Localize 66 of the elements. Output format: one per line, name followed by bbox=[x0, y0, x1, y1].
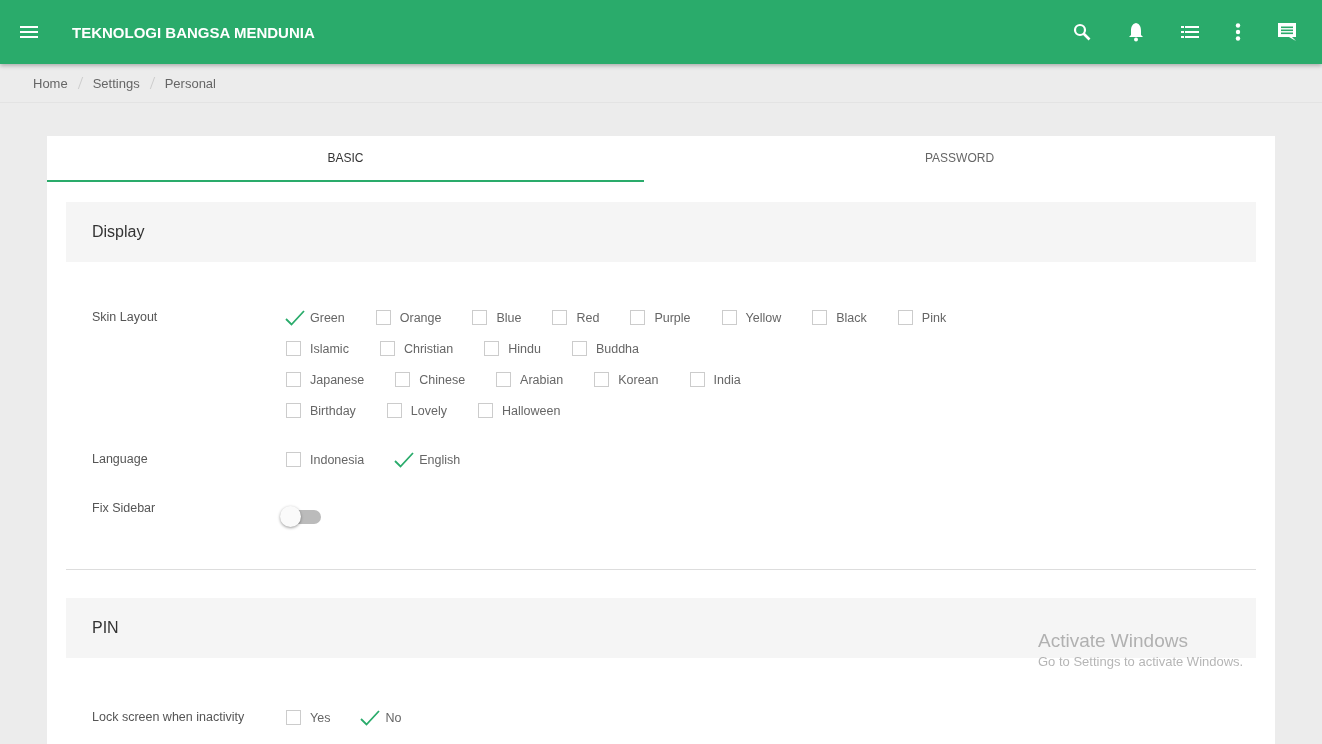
checkbox[interactable] bbox=[286, 372, 301, 387]
checkbox[interactable] bbox=[379, 341, 395, 356]
breadcrumb-link[interactable]: Home bbox=[33, 75, 68, 91]
checkbox[interactable] bbox=[472, 310, 488, 325]
field-label: Fix Sidebar bbox=[92, 500, 157, 517]
checkbox[interactable] bbox=[897, 310, 913, 325]
field-label: Skin Layout bbox=[92, 309, 159, 326]
option-label[interactable]: Arabian bbox=[520, 372, 564, 387]
option-label[interactable]: Black bbox=[836, 310, 867, 325]
list-icon[interactable] bbox=[1181, 26, 1199, 38]
activation-text: Go to Settings to activate Windows. bbox=[1038, 654, 1244, 669]
section-title: Display bbox=[92, 223, 145, 241]
option-label[interactable]: India bbox=[713, 372, 741, 387]
checkbox[interactable] bbox=[594, 372, 610, 387]
checkbox[interactable] bbox=[286, 452, 301, 467]
checkmark-icon[interactable] bbox=[285, 309, 305, 326]
option-label[interactable]: Yellow bbox=[745, 310, 782, 325]
option-label[interactable]: Lovely bbox=[410, 403, 447, 418]
checkmark-icon[interactable] bbox=[360, 709, 381, 726]
breadcrumb-link[interactable]: Personal bbox=[164, 75, 216, 91]
checkbox[interactable] bbox=[286, 403, 301, 418]
field-label: Lock screen when inactivity bbox=[92, 709, 246, 726]
option-label[interactable]: Orange bbox=[399, 310, 442, 325]
checkmark-icon[interactable] bbox=[394, 451, 415, 468]
option-label[interactable]: Buddha bbox=[595, 341, 639, 356]
option-label[interactable]: Red bbox=[576, 310, 600, 325]
checkbox[interactable] bbox=[689, 372, 705, 387]
option-label[interactable]: Islamic bbox=[310, 341, 349, 356]
checkbox[interactable] bbox=[571, 341, 587, 356]
option-label[interactable]: Yes bbox=[310, 710, 331, 725]
checkbox[interactable] bbox=[552, 310, 568, 325]
chat-icon[interactable] bbox=[1277, 22, 1297, 42]
option-label[interactable]: Birthday bbox=[310, 403, 356, 418]
checkbox[interactable] bbox=[630, 310, 646, 325]
option-label[interactable]: Christian bbox=[403, 341, 454, 356]
checkbox[interactable] bbox=[478, 403, 493, 418]
checkbox[interactable] bbox=[484, 341, 500, 356]
option-label[interactable]: No bbox=[385, 710, 402, 725]
menu-icon[interactable] bbox=[20, 26, 38, 38]
option-label[interactable]: Blue bbox=[496, 310, 522, 325]
option-label[interactable]: Chinese bbox=[419, 372, 466, 387]
option-label[interactable]: English bbox=[419, 452, 461, 467]
option-label[interactable]: Indonesia bbox=[310, 452, 365, 467]
section-title: PIN bbox=[92, 619, 119, 637]
checkbox[interactable] bbox=[721, 310, 737, 325]
option-label[interactable]: Hindu bbox=[508, 341, 541, 356]
option-label[interactable]: Green bbox=[310, 310, 345, 325]
checkbox[interactable] bbox=[286, 710, 301, 725]
breadcrumb-link[interactable]: Settings bbox=[92, 75, 140, 91]
option-label[interactable]: Pink bbox=[921, 310, 947, 325]
option-label[interactable]: Japanese bbox=[310, 372, 365, 387]
field-label: Language bbox=[92, 451, 149, 468]
checkbox[interactable] bbox=[375, 310, 391, 325]
more-icon[interactable] bbox=[1235, 23, 1241, 41]
checkbox[interactable] bbox=[812, 310, 828, 325]
search-icon[interactable] bbox=[1073, 23, 1091, 41]
checkbox[interactable] bbox=[395, 372, 411, 387]
option-label[interactable]: Halloween bbox=[502, 403, 561, 418]
checkbox[interactable] bbox=[386, 403, 402, 418]
bell-icon[interactable] bbox=[1127, 22, 1145, 42]
checkbox[interactable] bbox=[286, 341, 301, 356]
checkbox[interactable] bbox=[496, 372, 512, 387]
option-label[interactable]: Purple bbox=[654, 310, 691, 325]
activation-title: Activate Windows bbox=[1038, 630, 1189, 652]
option-label[interactable]: Korean bbox=[618, 372, 659, 387]
app-title: TEKNOLOGI BANGSA MENDUNIA bbox=[72, 23, 315, 41]
